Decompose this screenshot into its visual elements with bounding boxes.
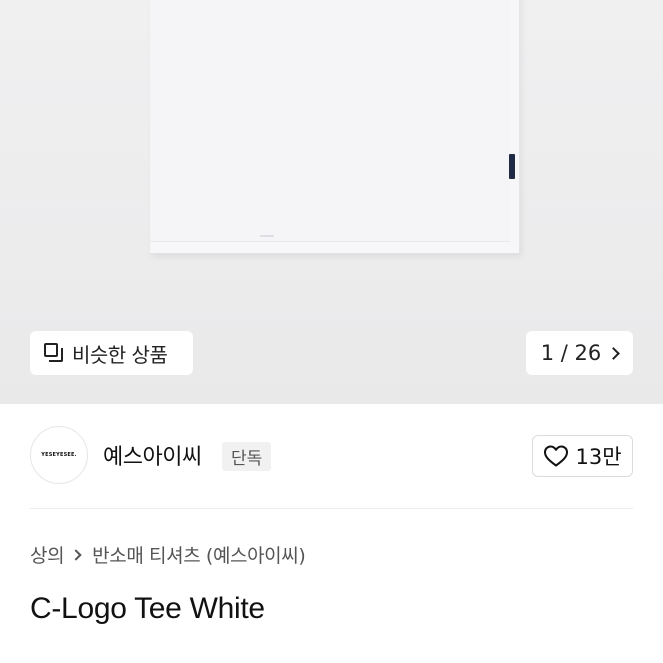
shirt-mark xyxy=(260,235,274,237)
like-button[interactable]: 13만 xyxy=(532,435,633,477)
product-title: C-Logo Tee White xyxy=(30,592,265,625)
chevron-right-icon xyxy=(70,548,82,561)
similar-products-button[interactable]: 비슷한 상품 xyxy=(30,331,193,375)
image-counter-button[interactable]: 1 / 26 xyxy=(526,331,633,375)
similar-products-icon xyxy=(44,343,64,363)
divider xyxy=(30,508,633,509)
brand-row: YESEYESEE. 예스아이씨 단독 13만 xyxy=(0,404,663,508)
shirt-tag xyxy=(509,154,515,179)
heart-icon xyxy=(544,445,569,467)
exclusive-badge: 단독 xyxy=(222,442,272,471)
product-image xyxy=(150,0,520,254)
product-image-gallery[interactable]: 비슷한 상품 1 / 26 xyxy=(0,0,663,404)
similar-products-label: 비슷한 상품 xyxy=(72,342,168,367)
brand-name[interactable]: 예스아이씨 xyxy=(103,439,202,471)
brand-logo[interactable]: YESEYESEE. xyxy=(30,426,88,484)
image-counter: 1 / 26 xyxy=(540,341,602,365)
breadcrumb-category[interactable]: 상의 xyxy=(30,541,65,568)
chevron-right-icon xyxy=(607,346,621,360)
breadcrumb: 상의 반소매 티셔츠 (예스아이씨) xyxy=(30,541,306,568)
breadcrumb-subcategory[interactable]: 반소매 티셔츠 (예스아이씨) xyxy=(92,541,306,568)
brand-logo-text: YESEYESEE. xyxy=(41,452,77,458)
like-count: 13만 xyxy=(575,445,622,469)
shirt-fold xyxy=(150,0,510,242)
